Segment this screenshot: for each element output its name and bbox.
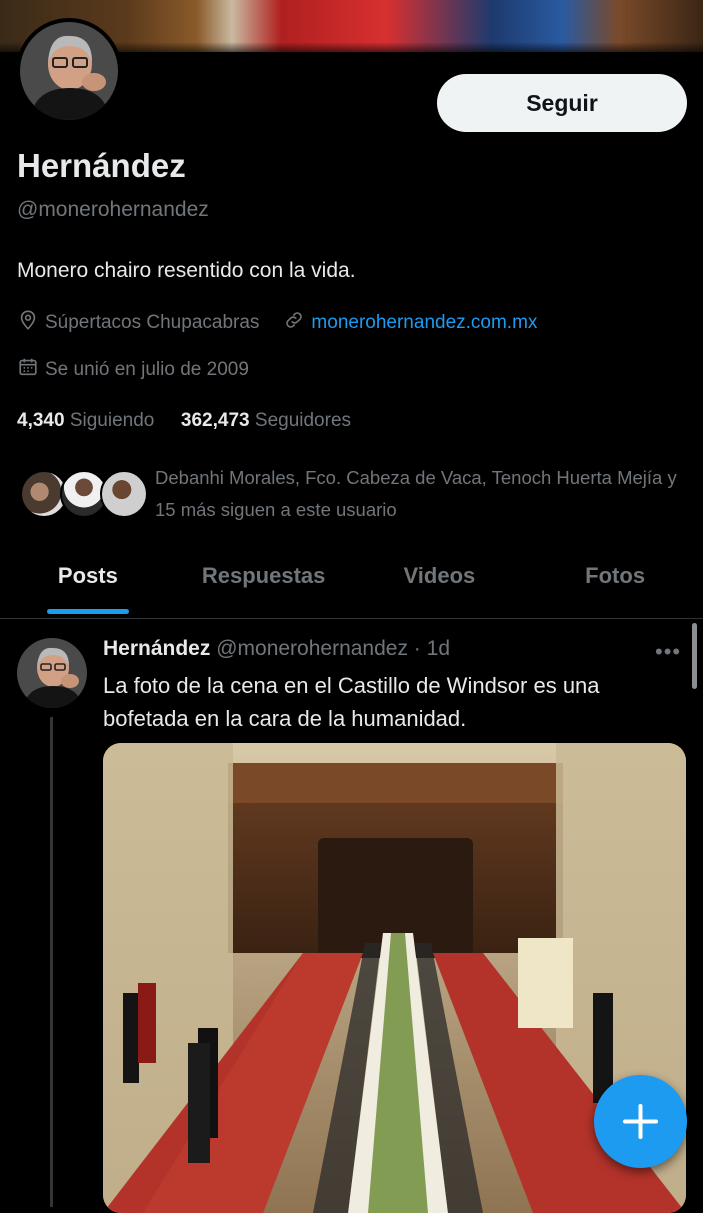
post-author-name[interactable]: Hernández xyxy=(103,637,210,660)
profile-meta-row: Súpertacos Chupacabras monerohernandez.c… xyxy=(17,309,537,337)
followers-link[interactable]: 362,473 Seguidores xyxy=(181,410,351,431)
known-followers[interactable]: Debanhi Morales, Fco. Cabeza de Vaca, Te… xyxy=(20,462,690,532)
followers-count: 362,473 xyxy=(180,410,250,431)
compose-plus-icon xyxy=(623,1104,658,1139)
active-tab-indicator xyxy=(46,609,129,614)
more-icon[interactable]: ••• xyxy=(655,639,681,665)
tab-fotos[interactable]: Fotos xyxy=(527,548,703,618)
thread-line xyxy=(50,717,53,1207)
following-count: 4,340 xyxy=(17,410,65,431)
post-author-avatar[interactable] xyxy=(17,638,87,708)
tab-label: Fotos xyxy=(585,563,646,588)
profile-location: Súpertacos Chupacabras xyxy=(45,312,260,333)
profile-joined: Se unió en julio de 2009 xyxy=(45,359,249,380)
profile-stats: 4,340 Siguiendo 362,473 Seguidores xyxy=(17,410,351,432)
tab-videos[interactable]: Videos xyxy=(352,548,528,618)
calendar-icon xyxy=(17,356,45,384)
follow-button[interactable]: Seguir xyxy=(437,74,687,132)
post-handle-time[interactable]: @monerohernandez · 1d xyxy=(216,637,450,660)
compose-button[interactable] xyxy=(594,1075,687,1168)
location-icon xyxy=(17,309,45,337)
profile-joined-row: Se unió en julio de 2009 xyxy=(17,356,249,384)
following-label: Siguiendo xyxy=(69,410,155,431)
post-header: Hernández @monerohernandez · 1d xyxy=(103,637,450,661)
profile-name: Hernández xyxy=(17,147,186,184)
tab-posts[interactable]: Posts xyxy=(0,548,176,618)
known-followers-avatars xyxy=(20,470,148,520)
tab-label: Respuestas xyxy=(201,563,326,588)
tab-respuestas[interactable]: Respuestas xyxy=(176,548,352,618)
tab-label: Videos xyxy=(403,563,476,588)
link-icon xyxy=(283,309,311,337)
following-link[interactable]: 4,340 Siguiendo xyxy=(17,410,154,431)
post-text: La foto de la cena en el Castillo de Win… xyxy=(103,673,600,731)
tab-label: Posts xyxy=(57,563,118,588)
profile-website-link[interactable]: monerohernandez.com.mx xyxy=(311,312,537,334)
profile-bio: Monero chairo resentido con la vida. xyxy=(17,259,356,282)
profile-handle: @monerohernandez xyxy=(17,198,209,221)
avatar xyxy=(100,470,148,518)
profile-avatar[interactable] xyxy=(16,18,122,124)
profile-tabs: Posts Respuestas Videos Fotos xyxy=(0,548,703,619)
known-followers-text: Debanhi Morales, Fco. Cabeza de Vaca, Te… xyxy=(155,467,677,520)
followers-label: Seguidores xyxy=(254,410,352,431)
scrollbar[interactable] xyxy=(692,623,697,689)
